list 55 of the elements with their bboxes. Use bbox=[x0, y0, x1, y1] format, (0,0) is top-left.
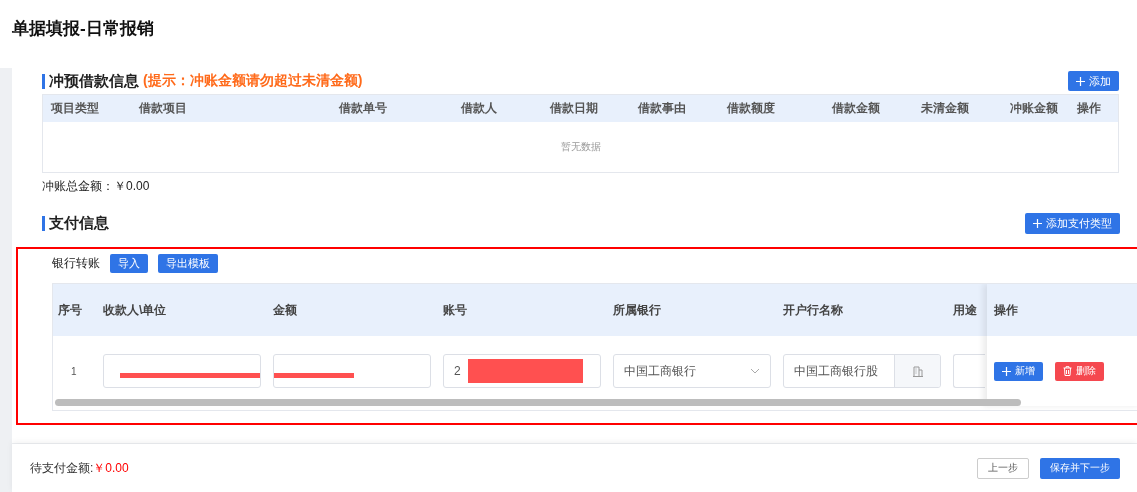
amount-value: ￥0.00 bbox=[93, 459, 129, 477]
delete-button[interactable]: 删除 bbox=[1055, 361, 1104, 381]
row-number: 1 bbox=[71, 365, 77, 377]
group-label: 银行转账 bbox=[52, 255, 100, 272]
column-header: 未清金额 bbox=[913, 94, 1002, 122]
total-label: 冲账总金额： bbox=[42, 178, 114, 195]
toolbar-button[interactable]: 导入 bbox=[110, 254, 148, 273]
field-value: 中国工商银行股 bbox=[794, 362, 879, 380]
input-field[interactable] bbox=[953, 354, 985, 388]
input-field[interactable] bbox=[273, 354, 431, 388]
column-header: 操作 bbox=[1068, 94, 1119, 122]
previous-button[interactable]: 上一步 bbox=[977, 457, 1029, 479]
column-header: 金额 bbox=[268, 284, 438, 336]
plus-icon bbox=[1033, 219, 1042, 228]
save-next-button[interactable]: 保存并下一步 bbox=[1040, 457, 1120, 479]
plus-icon bbox=[1076, 76, 1085, 86]
page-title: 单据填报-日常报销 bbox=[12, 18, 155, 40]
column-header: 所属银行 bbox=[608, 284, 778, 336]
column-header: 序号 bbox=[53, 284, 98, 336]
hint-text: (提示：冲账金额请勿超过未清金额) bbox=[143, 72, 363, 90]
add-payment-type-button[interactable]: 添加支付类型 bbox=[1025, 213, 1120, 234]
column-header: 冲账金额 bbox=[1001, 94, 1069, 122]
chevron-down-icon bbox=[750, 368, 760, 374]
section-title: 支付信息 bbox=[49, 214, 109, 233]
column-header: 借款金额 bbox=[824, 94, 914, 122]
column-header: 项目类型 bbox=[42, 94, 132, 122]
branch-field[interactable]: 中国工商银行股 bbox=[783, 354, 941, 388]
plus-icon bbox=[1002, 366, 1011, 376]
add-button[interactable]: 新增 bbox=[994, 361, 1043, 381]
column-header: 账号 bbox=[438, 284, 608, 336]
input-field[interactable] bbox=[103, 354, 261, 388]
add-button[interactable]: 添加 bbox=[1068, 71, 1119, 91]
section-title: 冲预借款信息 bbox=[49, 71, 139, 91]
horizontal-scrollbar[interactable] bbox=[55, 399, 1021, 406]
column-header: 借款单号 bbox=[330, 94, 453, 122]
column-header: 借款人 bbox=[452, 94, 542, 122]
total-value: ￥0.00 bbox=[114, 178, 150, 195]
trash-icon bbox=[1063, 366, 1072, 376]
column-header: 借款额度 bbox=[719, 94, 825, 122]
column-header: 收款人\单位 bbox=[98, 284, 268, 336]
column-header: 借款事由 bbox=[630, 94, 720, 122]
column-header: 借款项目 bbox=[131, 94, 331, 122]
toolbar-button[interactable]: 导出模板 bbox=[158, 254, 218, 273]
bank-select[interactable]: 中国工商银行 bbox=[613, 354, 771, 388]
building-icon[interactable] bbox=[912, 365, 923, 377]
column-header: 操作 bbox=[987, 284, 1137, 336]
field-value: 2 bbox=[454, 364, 461, 378]
column-header: 借款日期 bbox=[541, 94, 631, 122]
amount-label: 待支付金额: bbox=[30, 459, 94, 477]
select-value: 中国工商银行 bbox=[624, 362, 696, 380]
section-marker bbox=[42, 73, 45, 89]
empty-text: 暂无数据 bbox=[560, 140, 601, 152]
input-field[interactable]: 2 bbox=[443, 354, 601, 388]
section-marker bbox=[42, 216, 45, 231]
column-header: 开户行名称 bbox=[778, 284, 948, 336]
